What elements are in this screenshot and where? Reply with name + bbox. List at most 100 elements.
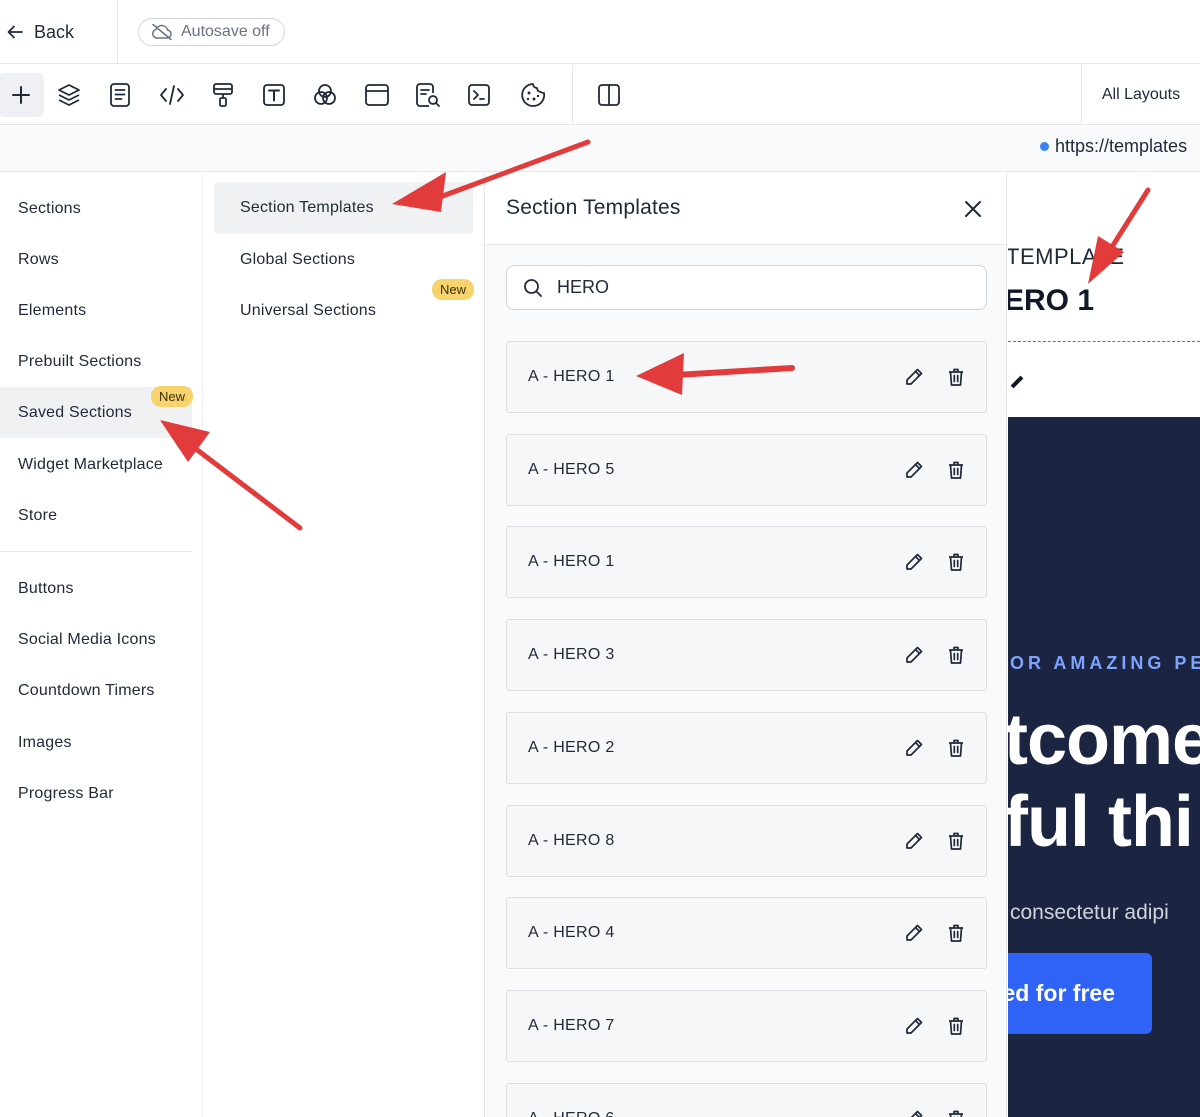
trash-icon[interactable]	[945, 1108, 967, 1117]
layers-button[interactable]	[48, 73, 90, 117]
template-name: A - HERO 1	[528, 368, 615, 385]
layers-icon	[56, 82, 82, 108]
nav-item-sections[interactable]: Sections	[0, 183, 192, 234]
trash-icon[interactable]	[945, 1015, 967, 1037]
search-field[interactable]	[506, 265, 987, 310]
template-name: A - HERO 8	[528, 831, 615, 849]
trash-icon[interactable]	[945, 459, 967, 481]
nav-item-buttons[interactable]: Buttons	[0, 563, 192, 614]
split-view-button[interactable]	[588, 73, 630, 117]
back-label: Back	[34, 21, 75, 42]
toolbar-divider	[572, 65, 573, 125]
nav-item-rows[interactable]: Rows	[0, 234, 192, 285]
arrow-left-icon	[6, 23, 24, 41]
colors-button[interactable]	[304, 73, 346, 117]
seo-button[interactable]	[407, 73, 449, 117]
code-button[interactable]	[151, 73, 193, 117]
text-button[interactable]	[253, 73, 295, 117]
pencil-icon[interactable]	[903, 366, 925, 388]
all-layouts-button[interactable]: All Layouts	[1081, 65, 1200, 125]
panel-header: Section Templates	[485, 172, 1006, 245]
browser-window-icon	[364, 83, 390, 107]
page-url[interactable]: https://templates	[1040, 136, 1187, 157]
template-name: A - HERO 4	[528, 924, 615, 942]
nav-item-store[interactable]: Store	[0, 490, 192, 541]
url-bar: https://templates	[0, 126, 1200, 172]
template-card[interactable]: A - HERO 5	[506, 433, 987, 506]
sub-item-global-sections[interactable]: Global Sections	[214, 234, 473, 286]
style-button[interactable]	[202, 73, 244, 117]
pencil-icon[interactable]	[903, 1108, 925, 1117]
pencil-icon[interactable]	[903, 1015, 925, 1037]
nav-item-prebuilt-sections[interactable]: Prebuilt Sections	[0, 336, 192, 387]
hero-section[interactable]: OR AMAZING PE tcome ful thi consectetur …	[1008, 417, 1200, 1117]
pencil-icon[interactable]	[903, 551, 925, 573]
nav-item-images[interactable]: Images	[0, 717, 192, 768]
url-text: https://templates	[1055, 136, 1188, 156]
tracking-code-button[interactable]	[458, 73, 500, 117]
close-icon	[961, 197, 985, 221]
template-card[interactable]: A - HERO 4	[506, 897, 987, 970]
new-badge: New	[151, 386, 194, 407]
template-card[interactable]: A - HERO 1	[506, 341, 987, 413]
template-card[interactable]: A - HERO 7	[506, 989, 987, 1062]
close-button[interactable]	[961, 197, 985, 221]
pencil-icon[interactable]	[903, 459, 925, 481]
section-templates-panel: Section Templates A - HERO 1 A - HERO 5 A …	[484, 172, 1007, 1117]
nav-item-countdown-timers[interactable]: Countdown Timers	[0, 665, 192, 716]
nav-item-social-media-icons[interactable]: Social Media Icons	[0, 614, 192, 665]
pen-icon	[1010, 375, 1024, 389]
template-card[interactable]: A - HERO 6	[506, 1082, 987, 1117]
split-view-icon	[597, 83, 621, 107]
search-icon	[523, 278, 543, 298]
cookie-button[interactable]	[512, 73, 554, 117]
trash-icon[interactable]	[945, 737, 967, 759]
trash-icon[interactable]	[945, 366, 967, 388]
template-card[interactable]: A - HERO 8	[506, 804, 987, 877]
pencil-icon[interactable]	[903, 830, 925, 852]
hero-headline-line-2: ful thi	[1008, 782, 1194, 862]
paint-roller-icon	[212, 82, 234, 108]
hero-body-text: consectetur adipi	[1010, 901, 1169, 924]
add-button[interactable]	[0, 73, 44, 117]
pencil-icon[interactable]	[903, 737, 925, 759]
trash-icon[interactable]	[945, 830, 967, 852]
sub-nav: Section Templates Global Sections Univer…	[204, 172, 484, 1117]
nav-item-widget-marketplace[interactable]: Widget Marketplace	[0, 439, 192, 490]
toolbar: All Layouts	[0, 65, 1200, 125]
back-button[interactable]: Back	[6, 18, 74, 46]
nav-item-progress-bar[interactable]: Progress Bar	[0, 768, 192, 819]
template-card[interactable]: A - HERO 3	[506, 619, 987, 692]
template-card[interactable]: A - HERO 2	[506, 711, 987, 784]
template-name: A - HERO 6	[528, 1084, 615, 1117]
pencil-icon[interactable]	[903, 644, 925, 666]
plus-icon	[10, 84, 32, 106]
pencil-icon[interactable]	[903, 922, 925, 944]
autosave-toggle[interactable]: Autosave off	[138, 18, 285, 46]
color-circles-icon	[312, 82, 338, 108]
section-boundary	[1008, 341, 1200, 342]
trash-icon[interactable]	[945, 644, 967, 666]
preview-label: TEMPLATE	[1008, 244, 1125, 269]
new-badge: New	[432, 279, 475, 300]
template-card[interactable]: A - HERO 1	[506, 526, 987, 599]
template-name: A - HERO 1	[528, 553, 615, 571]
search-input[interactable]	[557, 277, 957, 298]
trash-icon[interactable]	[945, 922, 967, 944]
status-dot	[1040, 142, 1049, 151]
layout-button[interactable]	[356, 73, 398, 117]
pages-button[interactable]	[99, 73, 141, 117]
page-preview: TEMPLATE ERO 1 OR AMAZING PE tcome ful t…	[1008, 172, 1200, 1117]
nav-item-elements[interactable]: Elements	[0, 285, 192, 336]
template-name: A - HERO 5	[528, 460, 615, 478]
preview-heading: ERO 1	[1008, 284, 1095, 317]
autosave-label: Autosave off	[181, 23, 270, 40]
page-icon	[109, 82, 131, 108]
sub-item-section-templates[interactable]: Section Templates	[214, 182, 473, 234]
left-nav: Sections Rows Elements Prebuilt Sections…	[0, 172, 203, 1117]
search-document-icon	[415, 82, 441, 108]
trash-icon[interactable]	[945, 551, 967, 573]
text-icon	[262, 83, 286, 107]
code-icon	[159, 84, 185, 106]
hero-cta-button[interactable]: ed for free	[1008, 953, 1152, 1034]
